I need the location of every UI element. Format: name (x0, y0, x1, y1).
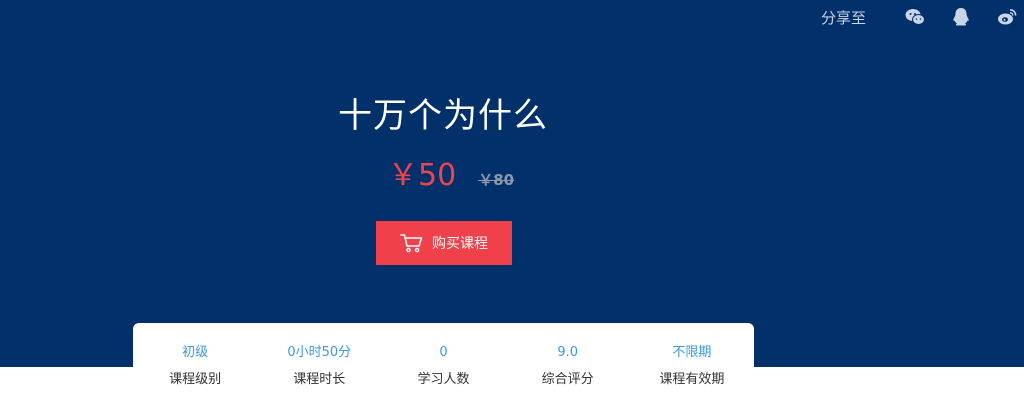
stat-learners: 0 学习人数 (383, 343, 503, 413)
share-label: 分享至 (820, 8, 866, 27)
course-hero: 分享至 十万个为什么 ￥50 ￥80 购买课程 (0, 0, 1024, 367)
current-price: ￥50 (388, 158, 457, 193)
stat-value: 0 (439, 345, 448, 360)
stat-level: 初级 课程级别 (135, 343, 255, 413)
stat-rating: 9.0 综合评分 (508, 343, 628, 413)
stat-value: 不限期 (672, 345, 712, 360)
cart-icon (400, 233, 424, 253)
stat-label: 学习人数 (417, 372, 470, 387)
stat-value: 初级 (182, 345, 209, 360)
stat-label: 课程时长 (293, 372, 346, 387)
stat-label: 综合评分 (541, 372, 594, 387)
stat-validity: 不限期 课程有效期 (632, 343, 752, 413)
wechat-icon[interactable] (904, 6, 926, 28)
share-bar: 分享至 (821, 6, 1018, 28)
original-price: ￥80 (478, 171, 515, 189)
stat-duration: 0小时50分 课程时长 (259, 343, 379, 413)
stat-value: 9.0 (557, 345, 578, 360)
price-row: ￥50 ￥80 (388, 150, 514, 194)
stat-label: 课程有效期 (659, 372, 725, 387)
weibo-icon[interactable] (996, 6, 1018, 28)
buy-course-label: 购买课程 (432, 236, 488, 252)
course-title: 十万个为什么 (338, 96, 548, 136)
course-info-card: 初级 课程级别 0小时50分 课程时长 0 学习人数 9.0 综合评分 不限期 … (133, 323, 754, 413)
stat-value: 0小时50分 (287, 345, 352, 360)
stat-label: 课程级别 (169, 372, 222, 387)
buy-course-button[interactable]: 购买课程 (376, 221, 512, 265)
qq-icon[interactable] (950, 6, 972, 28)
